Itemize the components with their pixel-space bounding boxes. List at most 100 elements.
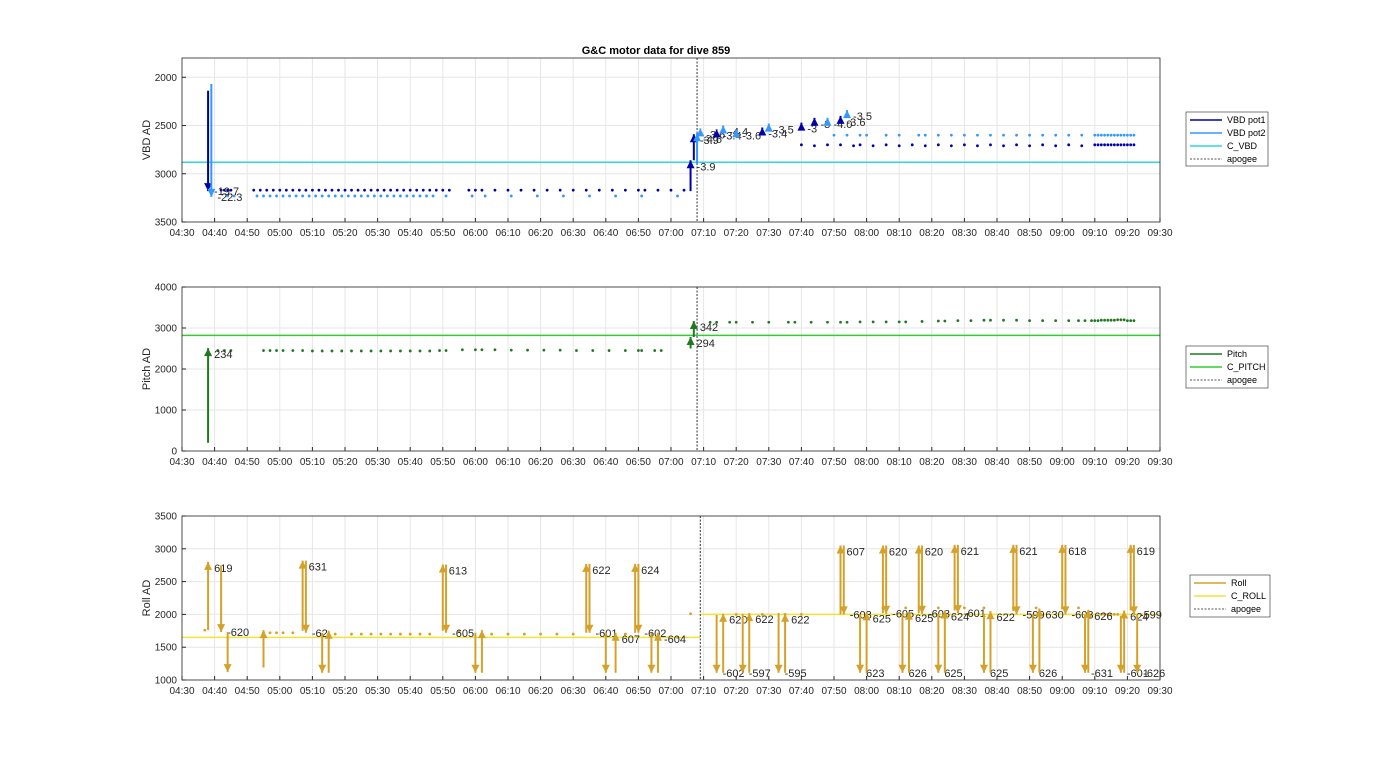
- data-point: [340, 349, 344, 353]
- move-arrow-label: 625: [873, 613, 891, 625]
- data-point: [1096, 143, 1100, 147]
- data-point: [982, 318, 986, 322]
- move-arrow-label: -626: [1143, 668, 1165, 680]
- x-tick-label: 04:40: [202, 686, 227, 697]
- data-point: [402, 188, 406, 192]
- x-tick-label: 06:10: [495, 457, 520, 468]
- x-tick-label: 06:50: [626, 228, 651, 239]
- x-tick-label: 09:00: [1050, 228, 1075, 239]
- x-tick-label: 07:40: [789, 686, 814, 697]
- x-tick-label: 07:50: [821, 686, 846, 697]
- data-point: [871, 320, 875, 324]
- data-point: [281, 349, 285, 352]
- data-point: [793, 320, 797, 324]
- move-arrow-label: 607: [847, 547, 865, 559]
- data-point: [509, 194, 513, 198]
- data-point: [656, 188, 660, 192]
- x-tick-label: 06:00: [463, 686, 488, 697]
- move-arrow-label: 619: [1137, 546, 1155, 558]
- data-point: [904, 320, 908, 324]
- y-tick-label: 3500: [155, 218, 178, 229]
- data-point: [1122, 133, 1126, 137]
- data-point: [421, 188, 425, 192]
- x-tick-label: 06:20: [528, 228, 553, 239]
- data-point: [923, 133, 927, 137]
- chart-panel-1: 04:30 04:40 04:50 05:00 05:10 05:20 05:30 05:40…: [141, 57, 1269, 239]
- data-point: [379, 349, 383, 353]
- x-tick-label: 08:10: [887, 686, 912, 697]
- data-point: [910, 143, 914, 147]
- data-point: [408, 188, 412, 192]
- data-point: [480, 348, 484, 352]
- data-point: [275, 631, 278, 635]
- x-tick-label: 07:50: [821, 228, 846, 239]
- y-axis-label: Pitch AD: [141, 348, 153, 390]
- data-point: [884, 320, 888, 324]
- data-point: [571, 188, 575, 192]
- data-point: [294, 194, 298, 198]
- data-point: [640, 349, 644, 352]
- data-point: [350, 188, 353, 192]
- data-point: [897, 133, 901, 137]
- data-point: [571, 632, 575, 636]
- data-point: [871, 144, 875, 148]
- data-point: [428, 349, 432, 353]
- move-arrow-label: 631: [309, 562, 327, 574]
- x-tick-label: 05:00: [267, 457, 292, 468]
- data-point: [1015, 318, 1018, 322]
- data-point: [376, 188, 379, 192]
- y-tick-label: 3500: [155, 512, 178, 523]
- legend: Pitch C_PITCHapogee: [1185, 345, 1269, 389]
- data-point: [1112, 133, 1116, 137]
- data-point: [379, 632, 383, 636]
- x-tick-label: 06:40: [593, 228, 618, 239]
- x-tick-label: 07:00: [658, 686, 683, 697]
- x-tick-label: 05:50: [430, 457, 455, 468]
- move-arrow-label: 630: [1045, 609, 1063, 621]
- y-axis-label: VBD AD: [141, 120, 153, 160]
- data-point: [858, 133, 862, 137]
- data-point: [1099, 133, 1103, 137]
- x-tick-label: 07:50: [821, 457, 846, 468]
- x-tick-label: 05:20: [332, 228, 357, 239]
- x-tick-label: 04:30: [169, 457, 194, 468]
- legend-entry: VBD pot2: [1227, 128, 1266, 138]
- data-point: [1041, 133, 1045, 137]
- move-arrow-label: 294: [697, 338, 715, 350]
- data-point: [858, 320, 862, 324]
- move-arrow-label: -22.3: [217, 192, 242, 204]
- data-point: [588, 194, 591, 198]
- data-point: [734, 320, 738, 324]
- data-point: [832, 133, 836, 137]
- data-point: [956, 319, 960, 323]
- x-tick-label: 09:00: [1050, 686, 1075, 697]
- x-tick-label: 06:00: [463, 228, 488, 239]
- data-point: [949, 133, 953, 137]
- x-tick-label: 08:10: [887, 457, 912, 468]
- data-point: [1002, 133, 1005, 137]
- move-arrow-label: 625: [990, 668, 1008, 680]
- data-point: [399, 349, 402, 353]
- data-point: [1103, 133, 1106, 137]
- move-arrow-label: 620: [925, 547, 943, 559]
- data-point: [509, 348, 513, 352]
- move-arrow-label: -597: [749, 668, 771, 680]
- data-point: [1129, 133, 1133, 137]
- x-tick-label: 09:10: [1082, 228, 1107, 239]
- data-point: [976, 133, 979, 137]
- data-point: [1090, 319, 1093, 323]
- x-tick-label: 08:00: [854, 686, 879, 697]
- x-tick-label: 08:30: [952, 686, 977, 697]
- data-point: [545, 188, 549, 192]
- data-point: [1067, 143, 1071, 147]
- data-point: [1116, 143, 1120, 147]
- move-arrow-label: 621: [961, 546, 979, 558]
- data-point: [1083, 319, 1087, 323]
- data-point: [917, 133, 921, 137]
- data-point: [522, 632, 526, 636]
- data-point: [288, 194, 291, 198]
- data-point: [637, 349, 640, 352]
- data-point: [659, 349, 663, 352]
- data-point: [395, 188, 399, 192]
- x-tick-label: 07:20: [724, 228, 749, 239]
